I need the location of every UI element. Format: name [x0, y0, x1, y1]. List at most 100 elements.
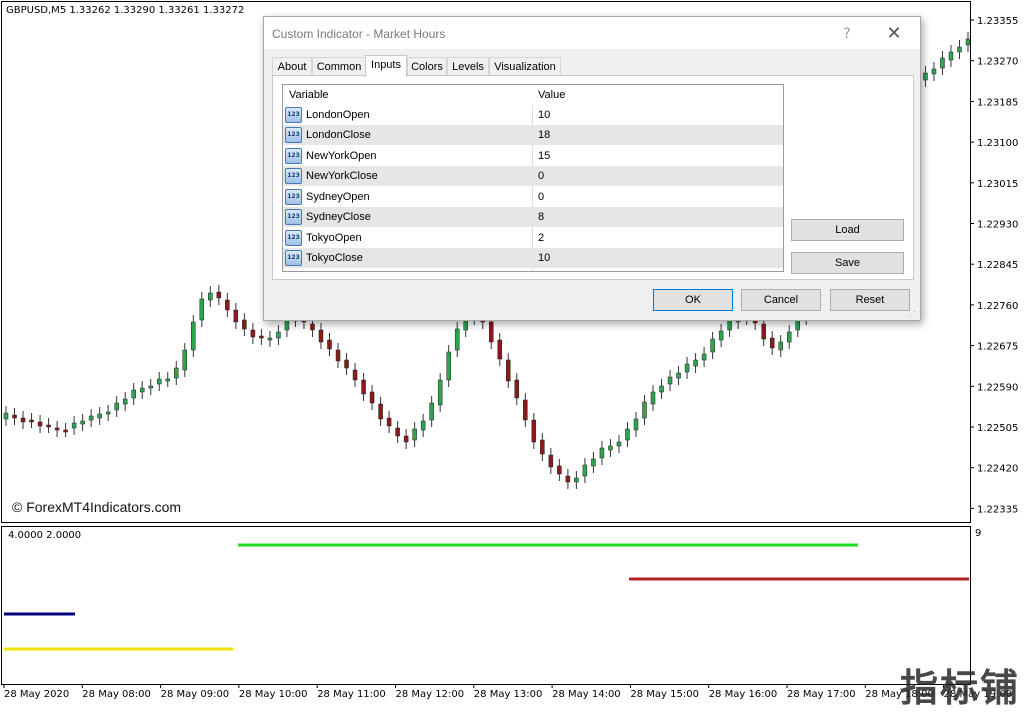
- candle-body: [369, 391, 375, 404]
- candle-body: [667, 376, 673, 385]
- save-button[interactable]: Save: [791, 252, 904, 274]
- candle-body: [497, 339, 503, 360]
- row-variable: TokyoOpen: [306, 232, 362, 244]
- candle-body: [361, 379, 366, 395]
- load-button[interactable]: Load: [791, 219, 904, 241]
- candle-body: [701, 353, 707, 361]
- time-tick-label: 28 May 15:00: [630, 689, 699, 700]
- number-type-icon: 123: [285, 189, 302, 205]
- indicator-values: 4.0000 2.0000: [8, 530, 82, 541]
- candle-body: [182, 349, 188, 371]
- tab-common[interactable]: Common: [312, 57, 366, 76]
- candle-body: [71, 422, 77, 429]
- price-tick-label: 1.23100: [977, 138, 1018, 149]
- candle-body: [386, 417, 392, 427]
- candle-body: [165, 378, 171, 382]
- candle-body: [191, 321, 196, 351]
- price-tick-label: 1.23185: [977, 97, 1018, 108]
- candle-body: [395, 427, 400, 437]
- candle-body: [148, 385, 153, 389]
- candle-body: [37, 421, 43, 427]
- row-value[interactable]: 8: [538, 211, 544, 223]
- candle-body: [105, 411, 111, 415]
- candle-body: [506, 359, 511, 382]
- price-tick-label: 1.22675: [977, 342, 1018, 353]
- watermark-text: © ForexMT4Indicators.com: [12, 499, 182, 515]
- row-variable: LondonOpen: [306, 109, 370, 121]
- tab-levels[interactable]: Levels: [447, 57, 489, 76]
- indicator-scale-label: 9: [975, 528, 982, 539]
- help-icon[interactable]: ?: [829, 23, 865, 45]
- candle-body: [582, 464, 588, 477]
- price-tick-label: 1.23270: [977, 57, 1018, 68]
- candle-body: [727, 319, 732, 331]
- price-tick-label: 1.22590: [977, 382, 1018, 393]
- row-variable: NewYorkOpen: [306, 150, 377, 162]
- candle-body: [591, 458, 596, 467]
- price-tick-label: 1.22505: [977, 423, 1018, 434]
- row-value[interactable]: 15: [538, 150, 550, 162]
- candle-body: [352, 369, 358, 381]
- candle-body: [531, 419, 537, 443]
- candle-body: [310, 323, 315, 331]
- tab-inputs[interactable]: Inputs: [365, 55, 407, 77]
- tab-colors[interactable]: Colors: [407, 57, 447, 76]
- row-value[interactable]: 10: [538, 109, 550, 121]
- input-row-newyorkopen[interactable]: 123 NewYorkOpen 15: [283, 146, 783, 166]
- resize-grip-icon[interactable]: ⋰: [908, 310, 916, 319]
- candle-body: [378, 403, 383, 420]
- header-variable: Variable: [289, 89, 329, 101]
- candle-body: [412, 428, 417, 441]
- candle-body: [769, 337, 775, 349]
- candle-body: [931, 68, 937, 75]
- price-tick-label: 1.23355: [977, 16, 1018, 27]
- row-value[interactable]: 10: [538, 252, 550, 264]
- inputs-panel: Variable Value 123 LondonOpen 10 123 Lon…: [272, 75, 914, 280]
- candle-body: [540, 439, 545, 455]
- candle-body: [429, 402, 434, 421]
- row-variable: NewYorkClose: [306, 170, 378, 182]
- row-value[interactable]: 18: [538, 129, 550, 141]
- number-type-icon: 123: [285, 230, 302, 246]
- input-row-londonopen[interactable]: 123 LondonOpen 10: [283, 105, 783, 125]
- tab-visualization[interactable]: Visualization: [489, 57, 561, 76]
- row-value[interactable]: 0: [538, 170, 544, 182]
- row-value[interactable]: 2: [538, 232, 544, 244]
- time-tick-label: 28 May 2020: [4, 689, 69, 700]
- custom-indicator-dialog: Custom Indicator - Market Hours ? ✕ Abou…: [263, 16, 921, 321]
- dialog-title: Custom Indicator - Market Hours: [272, 27, 446, 41]
- reset-button[interactable]: Reset: [830, 289, 910, 311]
- cancel-button[interactable]: Cancel: [741, 289, 821, 311]
- input-row-newyorkclose[interactable]: 123 NewYorkClose 0: [283, 166, 783, 186]
- candle-body: [548, 454, 554, 468]
- candle-body: [216, 291, 222, 299]
- price-tick-label: 1.22335: [977, 504, 1018, 515]
- price-tick-label: 1.22420: [977, 464, 1018, 475]
- input-row-londonclose[interactable]: 123 LondonClose 18: [283, 125, 783, 145]
- candle-body: [199, 298, 205, 321]
- candle-body: [616, 441, 622, 447]
- row-variable: TokyoClose: [306, 252, 363, 264]
- candle-body: [684, 363, 690, 373]
- time-tick-label: 28 May 12:00: [396, 689, 465, 700]
- candle-body: [710, 338, 715, 353]
- candle-body: [608, 445, 613, 451]
- time-tick-label: 28 May 16:00: [709, 689, 778, 700]
- candle-body: [786, 331, 792, 343]
- row-value[interactable]: 0: [538, 191, 544, 203]
- candle-body: [208, 292, 213, 301]
- candle-body: [514, 379, 520, 399]
- candle-body: [489, 321, 494, 343]
- tab-about[interactable]: About: [272, 57, 312, 76]
- ok-button[interactable]: OK: [653, 289, 733, 311]
- price-tick-label: 1.22845: [977, 260, 1018, 271]
- candle-body: [344, 359, 349, 369]
- input-row-sydneyopen[interactable]: 123 SydneyOpen 0: [283, 187, 783, 207]
- input-row-tokyoclose[interactable]: 123 TokyoClose 10: [283, 248, 783, 268]
- candle-body: [250, 329, 256, 338]
- close-icon[interactable]: ✕: [876, 23, 912, 45]
- time-tick-label: 28 May 11:00: [317, 689, 386, 700]
- dialog-titlebar[interactable]: Custom Indicator - Market Hours ? ✕: [264, 17, 920, 49]
- input-row-tokyoopen[interactable]: 123 TokyoOpen 2: [283, 228, 783, 248]
- input-row-sydneyclose[interactable]: 123 SydneyClose 8: [283, 207, 783, 227]
